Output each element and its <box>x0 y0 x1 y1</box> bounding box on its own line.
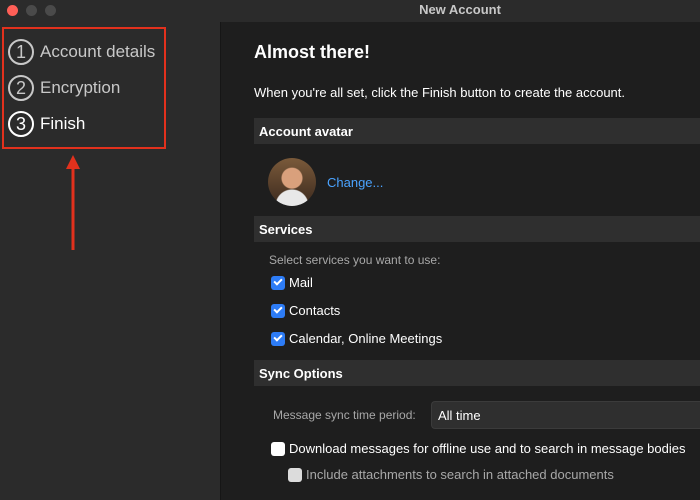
step-label-encryption: Encryption <box>40 78 121 97</box>
include-attachments-label: Include attachments to search in attache… <box>306 467 614 482</box>
sidebar: 1 Account details 2 Encryption 3 Finish <box>0 0 221 500</box>
service-calendar[interactable]: Calendar, Online Meetings <box>271 331 442 346</box>
step-finish[interactable]: 3 Finish <box>8 111 85 137</box>
section-title-avatar: Account avatar <box>259 124 353 139</box>
section-title-sync: Sync Options <box>259 366 343 381</box>
step-account-details[interactable]: 1 Account details <box>8 39 155 65</box>
window-controls <box>7 5 56 16</box>
services-prompt: Select services you want to use: <box>269 253 441 267</box>
download-messages-option[interactable]: Download messages for offline use and to… <box>271 441 686 456</box>
sync-options-section-header: Sync Options <box>254 360 700 386</box>
close-window-button[interactable] <box>7 5 18 16</box>
change-avatar-link[interactable]: Change... <box>327 175 383 190</box>
sync-period-select[interactable]: All time <box>431 401 700 429</box>
minimize-window-button[interactable] <box>26 5 37 16</box>
include-attachments-option[interactable]: Include attachments to search in attache… <box>288 467 614 482</box>
download-messages-label: Download messages for offline use and to… <box>289 441 686 456</box>
sync-period-value: All time <box>438 408 481 423</box>
intro-text: When you're all set, click the Finish bu… <box>254 85 626 100</box>
mail-checkbox[interactable] <box>271 275 285 290</box>
include-attachments-checkbox[interactable] <box>288 467 302 482</box>
step-number-2: 2 <box>8 75 34 101</box>
calendar-label: Calendar, Online Meetings <box>289 331 443 346</box>
step-label-finish: Finish <box>40 114 86 133</box>
contacts-checkbox[interactable] <box>271 303 285 318</box>
calendar-checkbox[interactable] <box>271 331 285 346</box>
page-heading: Almost there! <box>254 42 371 62</box>
sync-period-label: Message sync time period: <box>273 408 416 422</box>
contacts-label: Contacts <box>289 303 341 318</box>
section-title-services: Services <box>259 222 313 237</box>
step-encryption[interactable]: 2 Encryption <box>8 75 120 101</box>
up-arrow-annotation-icon <box>66 155 80 250</box>
service-mail[interactable]: Mail <box>271 275 313 290</box>
account-avatar-section-header: Account avatar <box>254 118 700 144</box>
new-account-window: 1 Account details 2 Encryption 3 Finish … <box>0 0 700 500</box>
services-section-header: Services <box>254 216 700 242</box>
maximize-window-button[interactable] <box>45 5 56 16</box>
window-title: New Account <box>419 2 501 17</box>
avatar <box>268 158 316 206</box>
mail-label: Mail <box>289 275 313 290</box>
service-contacts[interactable]: Contacts <box>271 303 340 318</box>
step-label-account-details: Account details <box>40 42 156 61</box>
step-number-3: 3 <box>8 111 34 137</box>
download-messages-checkbox[interactable] <box>271 441 285 456</box>
main-panel: Almost there! When you're all set, click… <box>221 22 700 500</box>
step-number-1: 1 <box>8 39 34 65</box>
